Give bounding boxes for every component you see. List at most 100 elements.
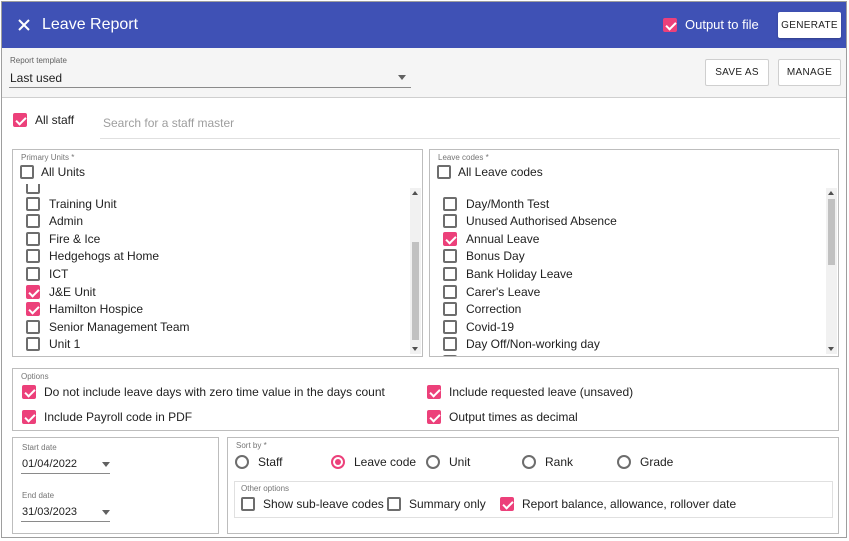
leave-codes-scrollbar[interactable]: [826, 188, 837, 354]
payroll-code-option[interactable]: Include Payroll code in PDF: [22, 410, 192, 424]
list-item[interactable]: Senior Management Team: [26, 318, 190, 335]
checkbox-icon[interactable]: [13, 113, 27, 127]
other-options-panel: Other options Show sub-leave codes Summa…: [234, 481, 833, 518]
list-item[interactable]: Day Off/Non-working day: [443, 336, 600, 353]
list-item[interactable]: Fire & Ice: [26, 230, 100, 247]
list-item[interactable]: Unused Authorised Absence: [443, 213, 617, 230]
leave-codes-list[interactable]: Day/Month Test Unused Authorised Absence A…: [430, 184, 824, 356]
checkbox-icon[interactable]: [387, 497, 401, 511]
checkbox-icon[interactable]: [443, 196, 457, 211]
checkbox-icon[interactable]: [26, 337, 40, 352]
units-scrollbar[interactable]: [410, 188, 421, 354]
list-item[interactable]: Correction: [443, 301, 521, 318]
chevron-down-icon[interactable]: [102, 462, 110, 467]
radio-icon[interactable]: [426, 455, 440, 469]
checkbox-icon[interactable]: [22, 410, 36, 424]
checkbox-icon[interactable]: [443, 319, 457, 334]
checkbox-icon[interactable]: [26, 214, 40, 229]
manage-button[interactable]: MANAGE: [778, 59, 841, 86]
checkbox-icon[interactable]: [443, 302, 457, 317]
start-date-input[interactable]: 01/04/2022: [22, 458, 77, 470]
close-icon[interactable]: [15, 16, 33, 34]
sort-leave-code-radio[interactable]: Leave code: [331, 455, 416, 469]
chevron-down-icon[interactable]: [398, 75, 406, 80]
checkbox-icon[interactable]: [663, 18, 677, 32]
list-item[interactable]: Covid-19: [443, 318, 514, 335]
primary-units-panel: Primary Units * All Units Training Unit A…: [12, 149, 423, 357]
checkbox-icon[interactable]: [427, 385, 441, 399]
sort-unit-label: Unit: [449, 455, 471, 469]
units-list[interactable]: Training Unit Admin Fire & Ice Hedgehogs at…: [13, 184, 408, 356]
checkbox-icon[interactable]: [427, 410, 441, 424]
checkbox-icon[interactable]: [22, 385, 36, 399]
decimal-times-option[interactable]: Output times as decimal: [427, 410, 578, 424]
report-balance-option[interactable]: Report balance, allowance, rollover date: [500, 497, 736, 511]
list-item[interactable]: Annual Leave: [443, 230, 539, 247]
list-item[interactable]: Carer's Leave: [443, 283, 540, 300]
scroll-up-icon[interactable]: [412, 191, 418, 195]
list-item[interactable]: J&E Unit: [26, 283, 96, 300]
requested-leave-option[interactable]: Include requested leave (unsaved): [427, 385, 633, 399]
end-date-input[interactable]: 31/03/2023: [22, 506, 77, 518]
chevron-down-icon[interactable]: [102, 510, 110, 515]
summary-only-option[interactable]: Summary only: [387, 497, 486, 511]
radio-icon[interactable]: [331, 455, 345, 469]
scroll-down-icon[interactable]: [412, 347, 418, 351]
radio-icon[interactable]: [522, 455, 536, 469]
checkbox-icon[interactable]: [443, 214, 457, 229]
staff-search-input[interactable]: Search for a staff master: [103, 116, 234, 130]
checkbox-icon[interactable]: [26, 302, 40, 317]
sort-staff-radio[interactable]: Staff: [235, 455, 282, 469]
checkbox-icon[interactable]: [437, 165, 451, 179]
list-item[interactable]: Unit 1: [26, 336, 80, 353]
report-template-select[interactable]: Last used: [10, 71, 62, 85]
scroll-up-icon[interactable]: [828, 191, 834, 195]
list-item[interactable]: Hedgehogs at Home: [26, 248, 159, 265]
radio-icon[interactable]: [235, 455, 249, 469]
all-units-checkbox[interactable]: All Units: [20, 165, 85, 179]
scroll-down-icon[interactable]: [828, 347, 834, 351]
list-item[interactable]: [443, 353, 457, 356]
checkbox-icon[interactable]: [26, 319, 40, 334]
list-item[interactable]: Hamilton Hospice: [26, 301, 143, 318]
checkbox-icon[interactable]: [26, 249, 40, 264]
leave-codes-panel: Leave codes * All Leave codes Day/Month …: [429, 149, 839, 357]
radio-icon[interactable]: [617, 455, 631, 469]
checkbox-icon[interactable]: [443, 337, 457, 352]
list-item[interactable]: ICT: [26, 265, 68, 282]
checkbox-icon[interactable]: [443, 284, 457, 299]
list-item[interactable]: Admin: [26, 213, 83, 230]
list-item[interactable]: Training Unit: [26, 195, 117, 212]
save-as-button[interactable]: SAVE AS: [705, 59, 769, 86]
checkbox-icon[interactable]: [500, 497, 514, 511]
checkbox-icon[interactable]: [26, 266, 40, 281]
checkbox-icon[interactable]: [20, 165, 34, 179]
checkbox-icon[interactable]: [26, 284, 40, 299]
all-staff-checkbox[interactable]: All staff: [13, 113, 74, 127]
list-item[interactable]: Day/Month Test: [443, 195, 549, 212]
checkbox-icon[interactable]: [26, 196, 40, 211]
sort-rank-radio[interactable]: Rank: [522, 455, 573, 469]
search-underline: [100, 138, 840, 139]
checkbox-icon[interactable]: [26, 231, 40, 246]
leave-codes-scroll-thumb[interactable]: [828, 199, 835, 265]
list-item[interactable]: [26, 184, 40, 195]
checkbox-icon[interactable]: [443, 249, 457, 264]
list-item[interactable]: Bank Holiday Leave: [443, 265, 573, 282]
sort-grade-radio[interactable]: Grade: [617, 455, 673, 469]
zero-time-option[interactable]: Do not include leave days with zero time…: [22, 385, 385, 399]
generate-button[interactable]: GENERATE: [778, 12, 841, 38]
all-leave-codes-checkbox[interactable]: All Leave codes: [437, 165, 543, 179]
checkbox-icon[interactable]: [26, 184, 40, 194]
dates-panel: Start date 01/04/2022 End date 31/03/202…: [12, 437, 219, 534]
checkbox-icon[interactable]: [241, 497, 255, 511]
units-scroll-thumb[interactable]: [412, 242, 419, 340]
sub-leave-codes-option[interactable]: Show sub-leave codes: [241, 497, 384, 511]
checkbox-icon[interactable]: [443, 266, 457, 281]
list-item[interactable]: Bonus Day: [443, 248, 525, 265]
checkbox-icon[interactable]: [443, 231, 457, 246]
sort-unit-radio[interactable]: Unit: [426, 455, 470, 469]
list-item-label: ICT: [49, 266, 69, 281]
output-to-file-checkbox[interactable]: Output to file: [663, 17, 759, 33]
checkbox-icon[interactable]: [443, 354, 457, 356]
